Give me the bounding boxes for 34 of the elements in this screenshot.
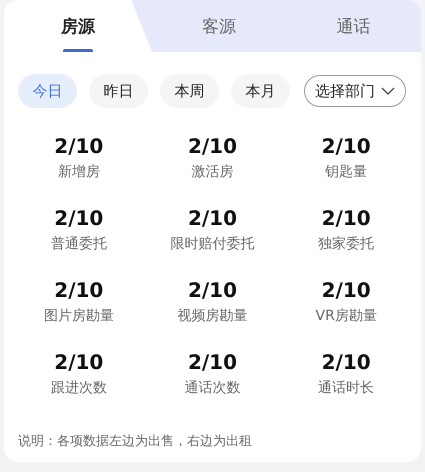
stat-label: 钥匙量	[325, 163, 368, 182]
tab[interactable]: 通话	[286, 0, 421, 52]
stat-value: 2/10	[54, 134, 104, 158]
stat-value: 2/10	[188, 206, 238, 230]
stat-label: 图片房勘量	[44, 307, 114, 326]
stat-value: 2/10	[188, 134, 238, 158]
date-filter-chip[interactable]: 昨日	[89, 74, 148, 108]
stat-value: 2/10	[188, 350, 238, 374]
stat-value: 2/10	[322, 206, 371, 230]
stat-value: 2/10	[54, 350, 104, 374]
stat-value: 2/10	[54, 278, 104, 302]
stat-label: 限时赔付委托	[170, 235, 254, 254]
stat-label: 跟进次数	[50, 379, 107, 398]
stat-value: 2/10	[322, 134, 371, 158]
stat-label: VR房勘量	[316, 307, 377, 326]
stat-label: 通话时长	[318, 379, 374, 398]
date-filter-chip[interactable]: 本月	[231, 74, 290, 108]
stat-label: 普通委托	[50, 235, 107, 254]
note-text: 说明：各项数据左边为出售，右边为出租	[17, 433, 253, 451]
stat-label: 通话次数	[184, 379, 240, 398]
tab[interactable]: 客源	[152, 0, 286, 52]
stat-label: 独家委托	[318, 235, 374, 254]
chevron-down-icon	[381, 87, 395, 95]
stat-label: 新增房	[58, 163, 100, 182]
tab[interactable]: 房源	[4, 0, 152, 52]
date-filter-chip[interactable]: 本周	[160, 74, 219, 108]
stat-label: 激活房	[191, 163, 234, 182]
date-filter-chip[interactable]: 今日	[18, 74, 77, 108]
stat-value: 2/10	[322, 350, 371, 374]
stat-value: 2/10	[54, 206, 104, 230]
stat-label: 视频房勘量	[177, 307, 248, 326]
stat-value: 2/10	[188, 278, 238, 302]
stat-value: 2/10	[322, 278, 371, 302]
department-dropdown[interactable]: 选择部门	[304, 75, 406, 107]
